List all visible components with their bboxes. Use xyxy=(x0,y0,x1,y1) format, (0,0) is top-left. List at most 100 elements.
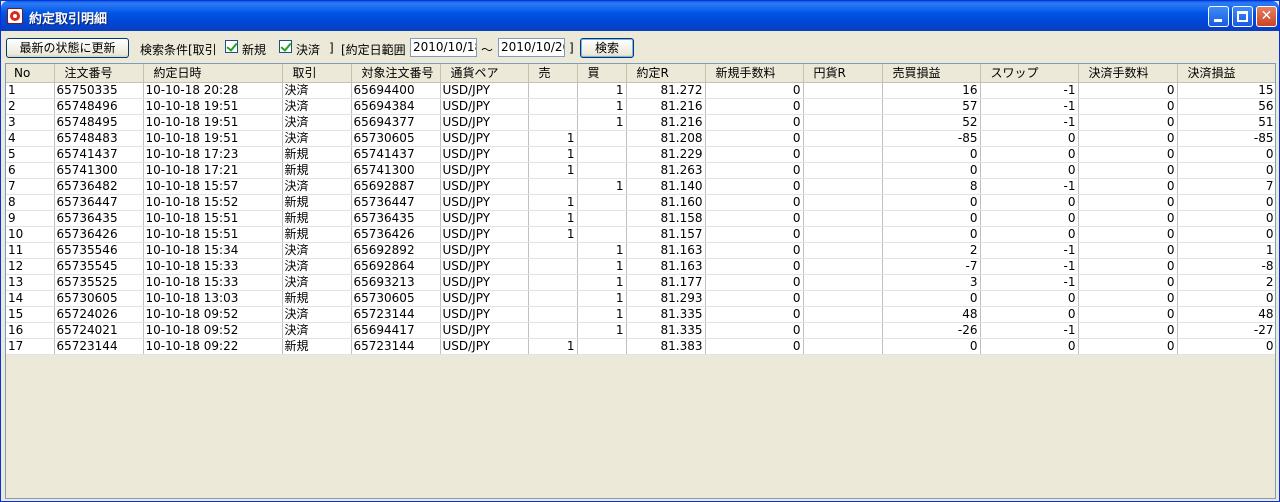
table-cell: 1 xyxy=(528,338,578,355)
table-cell: USD/JPY xyxy=(440,130,529,147)
column-header[interactable]: 売買損益 xyxy=(882,64,981,83)
table-row[interactable]: 13 65735525 10-10-18 15:33 決済 65693213 USD/JP… xyxy=(6,274,1275,291)
table-cell: 10-10-18 15:33 xyxy=(143,258,283,275)
table-cell: 65693213 xyxy=(351,274,441,291)
table-cell xyxy=(528,258,578,275)
date-from-input[interactable]: 2010/10/18 xyxy=(410,38,477,57)
table-cell: USD/JPY xyxy=(440,274,529,291)
table-cell: 新規 xyxy=(282,290,352,307)
table-cell: 12 xyxy=(6,258,55,275)
date-separator: 〜 xyxy=(481,43,494,57)
table-cell: 0 xyxy=(705,274,804,291)
column-header[interactable]: 新規手数料 xyxy=(705,64,804,83)
refresh-button[interactable]: 最新の状態に更新 xyxy=(6,38,129,58)
table-cell: USD/JPY xyxy=(440,258,529,275)
column-header[interactable]: 約定日時 xyxy=(143,64,283,83)
table-cell: 0 xyxy=(1078,178,1178,195)
table-cell: -26 xyxy=(882,322,981,339)
table-row[interactable]: 3 65748495 10-10-18 19:51 決済 65694377 USD/JPY… xyxy=(6,114,1275,131)
table-cell: 81.160 xyxy=(626,194,706,211)
table-cell: 65735525 xyxy=(54,274,144,291)
column-header[interactable]: スワップ xyxy=(980,64,1079,83)
table-cell: 8 xyxy=(882,178,981,195)
table-row[interactable]: 2 65748496 10-10-18 19:51 決済 65694384 USD/JPY… xyxy=(6,98,1275,115)
column-header[interactable]: 対象注文番号 xyxy=(351,64,441,83)
toolbar: 最新の状態に更新 検索条件[取引 新規 決済 ] [約定日範囲 2010/10/… xyxy=(2,32,1278,62)
table-cell xyxy=(577,210,627,227)
table-cell: 決済 xyxy=(282,130,352,147)
table-cell xyxy=(803,274,883,291)
table-cell: 1 xyxy=(577,178,627,195)
table-cell: 0 xyxy=(1177,146,1275,163)
table-cell: 10-10-18 13:03 xyxy=(143,290,283,307)
table-cell: 15 xyxy=(1177,82,1275,99)
column-header[interactable]: 注文番号 xyxy=(54,64,144,83)
table-row[interactable]: 7 65736482 10-10-18 15:57 決済 65692887 USD/JPY… xyxy=(6,178,1275,195)
search-button[interactable]: 検索 xyxy=(580,38,634,58)
table-cell: 決済 xyxy=(282,274,352,291)
table-cell: 65736482 xyxy=(54,178,144,195)
table-cell: 0 xyxy=(1078,194,1178,211)
bracket-close-2: ] xyxy=(569,41,574,55)
table-cell: 1 xyxy=(528,194,578,211)
table-cell: 65694417 xyxy=(351,322,441,339)
table-cell: USD/JPY xyxy=(440,178,529,195)
table-cell xyxy=(803,210,883,227)
table-cell: -8 xyxy=(1177,258,1275,275)
table-cell xyxy=(803,258,883,275)
table-row[interactable]: 15 65724026 10-10-18 09:52 決済 65723144 USD/JP… xyxy=(6,306,1275,323)
column-header[interactable]: 売 xyxy=(528,64,578,83)
table-cell: 0 xyxy=(1177,338,1275,355)
column-header[interactable]: 決済損益 xyxy=(1177,64,1275,83)
table-row[interactable]: 11 65735546 10-10-18 15:34 決済 65692892 USD/JP… xyxy=(6,242,1275,259)
table-cell: 0 xyxy=(705,98,804,115)
table-cell: 0 xyxy=(1177,162,1275,179)
table-row[interactable]: 10 65736426 10-10-18 15:51 新規 65736426 USD/JP… xyxy=(6,226,1275,243)
column-header[interactable]: 決済手数料 xyxy=(1078,64,1178,83)
table-cell: 65723144 xyxy=(54,338,144,355)
table-cell: 65736426 xyxy=(351,226,441,243)
column-header[interactable]: No xyxy=(6,64,55,83)
date-to-input[interactable]: 2010/10/26 xyxy=(498,38,565,57)
table-row[interactable]: 8 65736447 10-10-18 15:52 新規 65736447 USD/JPY… xyxy=(6,194,1275,211)
trade-table[interactable]: No 注文番号 約定日時 取引 対象注文番号 通貨ペア売買約定R 新規手数料 円貨R 売買損益ス… xyxy=(5,63,1276,499)
table-row[interactable]: 6 65741300 10-10-18 17:21 新規 65741300 USD/JPY… xyxy=(6,162,1275,179)
table-cell: 10-10-18 15:52 xyxy=(143,194,283,211)
table-cell: 65730605 xyxy=(54,290,144,307)
column-header[interactable]: 円貨R xyxy=(803,64,883,83)
table-cell xyxy=(803,290,883,307)
table-cell: 65741300 xyxy=(351,162,441,179)
table-cell: 1 xyxy=(577,114,627,131)
table-row[interactable]: 1 65750335 10-10-18 20:28 決済 65694400 USD/JPY… xyxy=(6,82,1275,99)
table-cell: USD/JPY xyxy=(440,210,529,227)
table-cell: 0 xyxy=(705,338,804,355)
table-cell: 56 xyxy=(1177,98,1275,115)
settle-checkbox[interactable] xyxy=(279,40,292,53)
table-cell: 65730605 xyxy=(351,290,441,307)
table-row[interactable]: 17 65723144 10-10-18 09:22 新規 65723144 USD/JP… xyxy=(6,338,1275,355)
table-cell: 81.216 xyxy=(626,114,706,131)
column-header[interactable]: 買 xyxy=(577,64,627,83)
minimize-button[interactable] xyxy=(1208,6,1229,27)
table-cell: 0 xyxy=(705,210,804,227)
maximize-button[interactable] xyxy=(1232,6,1253,27)
table-row[interactable]: 5 65741437 10-10-18 17:23 新規 65741437 USD/JPY… xyxy=(6,146,1275,163)
table-cell: -85 xyxy=(882,130,981,147)
column-header[interactable]: 通貨ペア xyxy=(440,64,529,83)
table-row[interactable]: 4 65748483 10-10-18 19:51 決済 65730605 USD/JPY… xyxy=(6,130,1275,147)
table-row[interactable]: 14 65730605 10-10-18 13:03 新規 65730605 USD/JP… xyxy=(6,290,1275,307)
table-row[interactable]: 16 65724021 10-10-18 09:52 決済 65694417 USD/JP… xyxy=(6,322,1275,339)
title-bar[interactable]: 約定取引明細 ✕ xyxy=(1,1,1279,31)
table-cell: 81.383 xyxy=(626,338,706,355)
table-cell: 10 xyxy=(6,226,55,243)
column-header[interactable]: 約定R xyxy=(626,64,706,83)
table-cell: 1 xyxy=(528,210,578,227)
table-row[interactable]: 9 65736435 10-10-18 15:51 新規 65736435 USD/JPY… xyxy=(6,210,1275,227)
table-row[interactable]: 12 65735545 10-10-18 15:33 決済 65692864 USD/JP… xyxy=(6,258,1275,275)
table-cell: 48 xyxy=(1177,306,1275,323)
new-checkbox[interactable] xyxy=(225,40,238,53)
table-cell: 0 xyxy=(1078,98,1178,115)
column-header[interactable]: 取引 xyxy=(282,64,352,83)
table-cell: 0 xyxy=(882,146,981,163)
close-button[interactable]: ✕ xyxy=(1256,6,1277,27)
